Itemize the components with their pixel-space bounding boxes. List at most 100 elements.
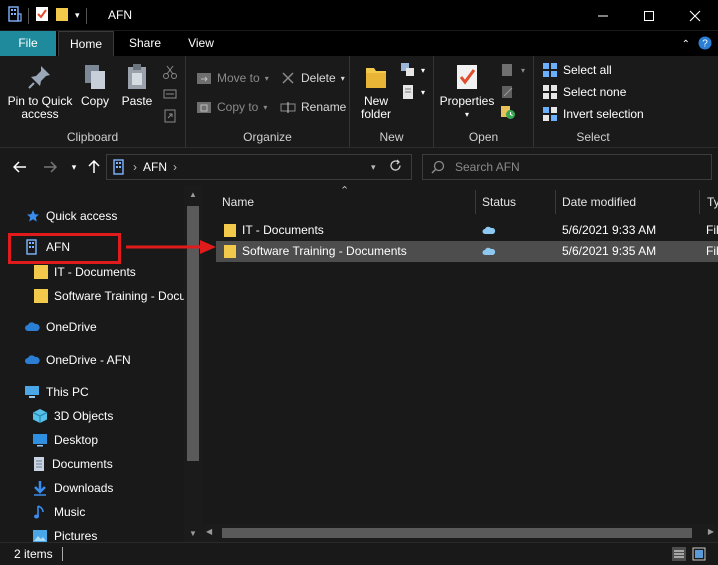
horizontal-scrollbar[interactable]: ◀ ▶ bbox=[202, 524, 718, 542]
nav-label: Software Training - Documents bbox=[54, 289, 202, 303]
open-dropdown-icon: ▾ bbox=[521, 65, 526, 75]
nav-item-desktop[interactable]: Desktop bbox=[32, 429, 98, 451]
invert-selection-button[interactable]: Invert selection bbox=[542, 106, 644, 122]
cloud-status-icon bbox=[482, 241, 496, 262]
scroll-up-icon[interactable]: ▲ bbox=[184, 190, 202, 199]
folder-icon bbox=[224, 224, 236, 237]
properties-button[interactable]: Properties ▾ bbox=[438, 62, 496, 121]
scroll-right-icon[interactable]: ▶ bbox=[708, 527, 714, 536]
address-bar[interactable]: › AFN › ▾ bbox=[106, 154, 412, 180]
minimize-button[interactable] bbox=[580, 0, 626, 31]
nav-item-documents[interactable]: Documents bbox=[32, 453, 113, 475]
new-folder-button[interactable]: New folder bbox=[356, 62, 396, 121]
nav-label: OneDrive bbox=[46, 320, 97, 334]
refresh-icon[interactable] bbox=[389, 159, 402, 175]
column-header-status[interactable]: Status bbox=[482, 186, 516, 218]
address-history-icon[interactable]: ▾ bbox=[371, 162, 376, 173]
history-icon bbox=[501, 106, 515, 119]
customize-toolbar-icon[interactable]: ▾ bbox=[75, 10, 80, 21]
cut-button[interactable] bbox=[162, 64, 178, 80]
search-box[interactable]: Search AFN bbox=[422, 154, 712, 180]
maximize-button[interactable] bbox=[626, 0, 672, 31]
svg-text:?: ? bbox=[702, 39, 708, 50]
back-button[interactable] bbox=[10, 157, 30, 177]
building-icon[interactable] bbox=[8, 6, 22, 25]
scroll-down-icon[interactable]: ▼ bbox=[184, 529, 202, 538]
properties-icon bbox=[457, 65, 477, 89]
properties-quick-icon[interactable] bbox=[35, 6, 49, 25]
details-view-icon[interactable] bbox=[672, 547, 686, 564]
column-header-date-modified[interactable]: Date modified bbox=[562, 186, 636, 218]
chevron-right-icon[interactable]: › bbox=[133, 160, 137, 174]
column-divider[interactable] bbox=[555, 190, 556, 214]
collapse-ribbon-icon[interactable]: ⌃ bbox=[682, 39, 690, 50]
pin-to-quick-access-button[interactable]: Pin to Quick access bbox=[4, 62, 76, 121]
nav-item-quick-access[interactable]: Quick access bbox=[26, 205, 117, 227]
help-icon[interactable]: ? bbox=[698, 36, 712, 53]
minimize-icon bbox=[598, 15, 608, 16]
paste-icon bbox=[128, 64, 146, 89]
nav-item-3d-objects[interactable]: 3D Objects bbox=[32, 405, 113, 427]
delete-label: Delete bbox=[301, 71, 336, 85]
pin-icon bbox=[28, 66, 50, 89]
open-button[interactable]: ▾ bbox=[500, 62, 525, 78]
rename-button[interactable]: Rename bbox=[280, 99, 346, 115]
nav-label: Pictures bbox=[54, 529, 98, 542]
delete-button[interactable]: Delete ▾ bbox=[280, 70, 345, 86]
close-button[interactable] bbox=[672, 0, 718, 31]
column-divider[interactable] bbox=[475, 190, 476, 214]
column-header-type[interactable]: Ty bbox=[707, 186, 718, 218]
tab-view[interactable]: View bbox=[176, 31, 226, 56]
nav-item-onedrive-afn[interactable]: OneDrive - AFN bbox=[24, 349, 131, 371]
scroll-left-icon[interactable]: ◀ bbox=[206, 527, 212, 536]
copy-path-button[interactable] bbox=[162, 86, 178, 102]
copy-to-button[interactable]: Copy to ▾ bbox=[196, 99, 267, 115]
new-folder-label-2: folder bbox=[360, 107, 392, 121]
column-divider[interactable] bbox=[699, 190, 700, 214]
copy-to-icon bbox=[197, 102, 211, 113]
nav-item-onedrive[interactable]: OneDrive bbox=[24, 316, 97, 338]
new-folder-quick-icon[interactable] bbox=[55, 6, 69, 25]
history-button[interactable] bbox=[500, 104, 516, 120]
annotation-arrow-icon bbox=[126, 240, 216, 254]
nav-item-downloads[interactable]: Downloads bbox=[32, 477, 113, 499]
select-all-button[interactable]: Select all bbox=[542, 62, 612, 78]
select-none-button[interactable]: Select none bbox=[542, 84, 626, 100]
large-icons-view-icon[interactable] bbox=[692, 547, 706, 564]
nav-item-it-documents[interactable]: IT - Documents bbox=[34, 261, 136, 283]
recent-locations-button[interactable]: ▾ bbox=[64, 157, 84, 177]
move-to-icon bbox=[197, 73, 211, 84]
nav-item-pictures[interactable]: Pictures bbox=[32, 525, 97, 542]
tab-share[interactable]: Share bbox=[120, 31, 170, 56]
nav-label: Music bbox=[54, 505, 86, 519]
back-arrow-icon bbox=[13, 161, 26, 173]
file-row-selected[interactable]: Software Training - Documents 5/6/2021 9… bbox=[216, 241, 718, 262]
nav-item-software-training[interactable]: Software Training - Documents bbox=[34, 285, 202, 307]
tab-file[interactable]: File bbox=[0, 31, 56, 56]
easy-access-button[interactable]: ▾ bbox=[400, 84, 425, 100]
edit-button[interactable] bbox=[500, 84, 516, 100]
new-label: New bbox=[379, 130, 404, 144]
nav-label: IT - Documents bbox=[54, 265, 136, 279]
chevron-right-icon[interactable]: › bbox=[173, 160, 177, 174]
up-arrow-icon bbox=[88, 160, 100, 173]
tab-home[interactable]: Home bbox=[58, 31, 114, 56]
new-item-button[interactable]: ▾ bbox=[400, 62, 425, 78]
paste-shortcut-button[interactable] bbox=[162, 108, 178, 124]
paste-button[interactable]: Paste bbox=[118, 62, 156, 108]
breadcrumb-item[interactable]: AFN bbox=[143, 160, 167, 174]
item-count: 2 items bbox=[14, 547, 53, 561]
nav-item-music[interactable]: Music bbox=[32, 501, 85, 523]
forward-button[interactable] bbox=[40, 157, 60, 177]
window-title: AFN bbox=[108, 8, 132, 22]
open-group: Properties ▾ ▾ Open bbox=[434, 56, 534, 148]
file-row[interactable]: IT - Documents 5/6/2021 9:33 AM Fil bbox=[216, 220, 718, 241]
up-button[interactable] bbox=[84, 157, 104, 177]
copy-button[interactable]: Copy bbox=[78, 62, 112, 108]
column-header-name[interactable]: Name bbox=[222, 186, 254, 218]
rename-label: Rename bbox=[301, 100, 347, 114]
clipboard-group: Pin to Quick access Copy Paste Clipboard bbox=[0, 56, 186, 148]
nav-item-this-pc[interactable]: This PC bbox=[24, 381, 89, 403]
move-to-button[interactable]: Move to ▾ bbox=[196, 70, 269, 86]
scroll-thumb[interactable] bbox=[222, 528, 692, 538]
